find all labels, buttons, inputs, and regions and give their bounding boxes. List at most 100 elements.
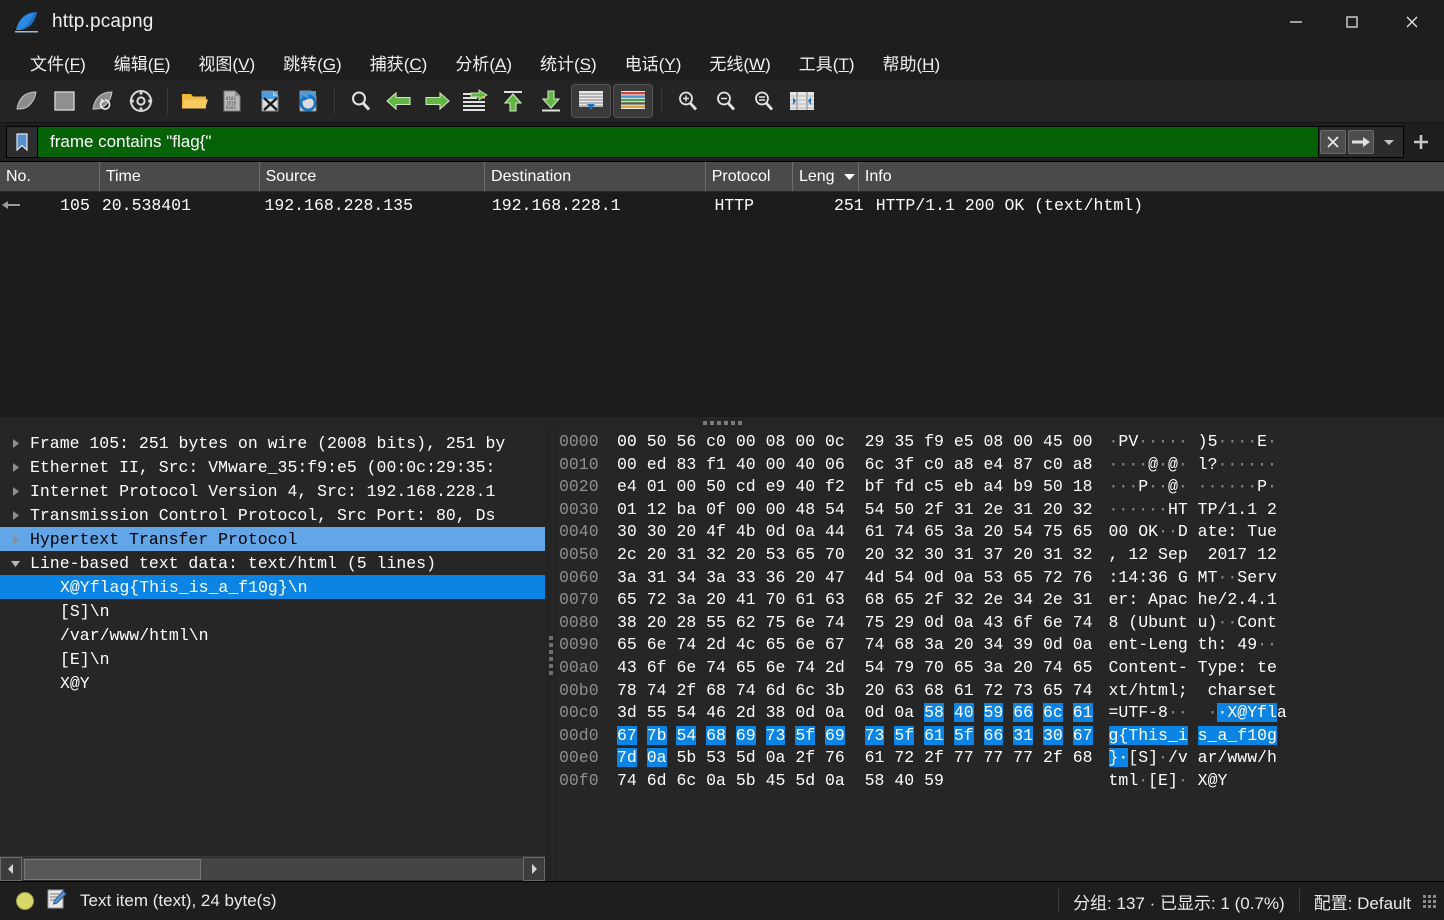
menu-view[interactable]: 视图(V)	[184, 47, 269, 78]
detail-tree-item[interactable]: Line-based text data: text/html (5 lines…	[0, 551, 545, 575]
menu-file[interactable]: 文件(F)	[16, 47, 100, 78]
hex-byte-row[interactable]: 3d 55 54 46 2d 38 0d 0a 0d 0a 58 40 59 6…	[617, 702, 1093, 725]
display-filter-input[interactable]: frame contains "flag{"	[38, 127, 1318, 157]
find-packet-icon[interactable]	[342, 83, 380, 119]
add-filter-button[interactable]	[1404, 127, 1438, 157]
zoom-out-icon[interactable]	[707, 83, 745, 119]
hex-ascii-row[interactable]: =UTF-8·· ··X@Yfla	[1109, 702, 1287, 725]
hex-byte-row[interactable]: 00 ed 83 f1 40 00 40 06 6c 3f c0 a8 e4 8…	[617, 454, 1093, 477]
hex-byte-row[interactable]: 65 6e 74 2d 4c 65 6e 67 74 68 3a 20 34 3…	[617, 634, 1093, 657]
tree-expand-arrow-icon[interactable]	[0, 438, 30, 449]
go-to-packet-icon[interactable]	[456, 83, 494, 119]
hex-ascii-row[interactable]: Content- Type: te	[1109, 657, 1287, 680]
detail-tree-item[interactable]: [E]\n	[0, 647, 545, 671]
detail-tree-item[interactable]: X@Y	[0, 671, 545, 695]
capture-options-icon[interactable]	[122, 83, 160, 119]
hex-ascii-row[interactable]: g{This_i s_a_f10g	[1108, 725, 1287, 748]
close-button[interactable]	[1380, 0, 1444, 44]
menu-edit[interactable]: 编辑(E)	[100, 47, 185, 78]
column-header-no[interactable]: No.	[0, 162, 100, 191]
hex-ascii-row[interactable]: ···P··@· ······P·	[1109, 476, 1287, 499]
hex-byte-row[interactable]: 74 6d 6c 0a 5b 45 5d 0a 58 40 59	[617, 770, 1093, 793]
reload-file-icon[interactable]	[289, 83, 327, 119]
menu-analyze[interactable]: 分析(A)	[441, 47, 526, 78]
detail-tree-item[interactable]: Hypertext Transfer Protocol	[0, 527, 545, 551]
hex-ascii-row[interactable]: 8 (Ubunt u)··Cont	[1109, 612, 1287, 635]
hex-ascii-row[interactable]: ent-Leng th: 49··	[1109, 634, 1287, 657]
menu-tools[interactable]: 工具(T)	[785, 47, 869, 78]
expert-info-icon[interactable]	[16, 892, 34, 910]
restart-capture-icon[interactable]	[84, 83, 122, 119]
packet-details-hscrollbar[interactable]	[0, 856, 545, 881]
scroll-right-arrow[interactable]	[523, 857, 545, 881]
tree-expand-arrow-icon[interactable]	[0, 462, 30, 473]
detail-tree-item[interactable]: Frame 105: 251 bytes on wire (2008 bits)…	[0, 431, 545, 455]
open-file-icon[interactable]	[175, 83, 213, 119]
hex-byte-row[interactable]: 30 30 20 4f 4b 0d 0a 44 61 74 65 3a 20 5…	[617, 521, 1093, 544]
close-file-icon[interactable]	[251, 83, 289, 119]
go-back-icon[interactable]	[380, 83, 418, 119]
minimize-button[interactable]	[1268, 0, 1324, 44]
column-header-protocol[interactable]: Protocol	[706, 162, 793, 191]
menu-wireless[interactable]: 无线(W)	[695, 47, 784, 78]
bookmark-icon[interactable]	[7, 127, 38, 157]
column-header-time[interactable]: Time	[100, 162, 260, 191]
zoom-in-icon[interactable]	[669, 83, 707, 119]
detail-tree-item[interactable]: /var/www/html\n	[0, 623, 545, 647]
hex-ascii-row[interactable]: ······HT TP/1.1 2	[1109, 499, 1287, 522]
hex-ascii-row[interactable]: 00 OK··D ate: Tue	[1109, 521, 1287, 544]
resize-grip-icon[interactable]	[1423, 894, 1436, 908]
detail-tree-item[interactable]: [S]\n	[0, 599, 545, 623]
resize-columns-icon[interactable]	[783, 83, 821, 119]
start-capture-icon[interactable]	[8, 83, 46, 119]
hex-ascii-row[interactable]: ·PV····· )5····E·	[1109, 431, 1287, 454]
hex-byte-row[interactable]: 01 12 ba 0f 00 00 48 54 54 50 2f 31 2e 3…	[617, 499, 1093, 522]
hscroll-track[interactable]	[22, 858, 523, 880]
auto-scroll-icon[interactable]	[570, 83, 612, 119]
clear-filter-icon[interactable]	[1319, 128, 1347, 156]
capture-comment-icon[interactable]	[46, 888, 68, 915]
hex-ascii-row[interactable]: , 12 Sep 2017 12	[1109, 544, 1287, 567]
column-header-length[interactable]: Leng	[793, 162, 859, 191]
detail-tree-item[interactable]: Internet Protocol Version 4, Src: 192.16…	[0, 479, 545, 503]
hex-byte-row[interactable]: 78 74 2f 68 74 6d 6c 3b 20 63 68 61 72 7…	[617, 680, 1093, 703]
detail-tree-item[interactable]: X@Yflag{This_is_a_f10g}\n	[0, 575, 545, 599]
scroll-left-arrow[interactable]	[0, 857, 22, 881]
hex-byte-row[interactable]: 67 7b 54 68 69 73 5f 69 73 5f 61 5f 66 3…	[617, 725, 1093, 748]
menu-statistics[interactable]: 统计(S)	[526, 47, 611, 78]
hex-byte-row[interactable]: 38 20 28 55 62 75 6e 74 75 29 0d 0a 43 6…	[617, 612, 1093, 635]
hex-ascii-row[interactable]: tml·[E]· X@Y	[1109, 770, 1287, 793]
chevron-down-icon[interactable]	[1375, 128, 1403, 156]
column-header-source[interactable]: Source	[260, 162, 486, 191]
maximize-button[interactable]	[1324, 0, 1380, 44]
hscroll-thumb[interactable]	[24, 859, 201, 880]
hex-ascii-row[interactable]: er: Apac he/2.4.1	[1109, 589, 1287, 612]
menu-telephony[interactable]: 电话(Y)	[611, 47, 696, 78]
menu-help[interactable]: 帮助(H)	[869, 47, 955, 78]
hex-bytes-column[interactable]: 00 50 56 c0 00 08 00 0c 29 35 f9 e5 08 0…	[617, 431, 1093, 881]
column-header-destination[interactable]: Destination	[485, 162, 706, 191]
hex-ascii-row[interactable]: xt/html; charset	[1109, 680, 1287, 703]
hex-byte-row[interactable]: 3a 31 34 3a 33 36 20 47 4d 54 0d 0a 53 6…	[617, 567, 1093, 590]
hex-byte-row[interactable]: 43 6f 6e 74 65 6e 74 2d 54 79 70 65 3a 2…	[617, 657, 1093, 680]
tree-expand-arrow-icon[interactable]	[0, 534, 30, 545]
table-row[interactable]: 105 20.538401 192.168.228.135 192.168.22…	[0, 192, 1444, 218]
menu-capture[interactable]: 捕获(C)	[356, 47, 442, 78]
tree-collapse-arrow-icon[interactable]	[0, 558, 30, 569]
hex-byte-row[interactable]: 2c 20 31 32 20 53 65 70 20 32 30 31 37 2…	[617, 544, 1093, 567]
go-first-packet-icon[interactable]	[494, 83, 532, 119]
hex-byte-row[interactable]: e4 01 00 50 cd e9 40 f2 bf fd c5 eb a4 b…	[617, 476, 1093, 499]
go-last-packet-icon[interactable]	[532, 83, 570, 119]
hex-byte-row[interactable]: 7d 0a 5b 53 5d 0a 2f 76 61 72 2f 77 77 7…	[617, 747, 1093, 770]
pane-splitter-horizontal[interactable]	[0, 417, 1444, 429]
colorize-packets-icon[interactable]	[612, 83, 654, 119]
pane-splitter-vertical[interactable]	[545, 429, 557, 881]
stop-capture-icon[interactable]	[46, 83, 84, 119]
apply-filter-arrow-icon[interactable]	[1347, 128, 1375, 156]
detail-tree-item[interactable]: Ethernet II, Src: VMware_35:f9:e5 (00:0c…	[0, 455, 545, 479]
go-forward-icon[interactable]	[418, 83, 456, 119]
hex-byte-row[interactable]: 65 72 3a 20 41 70 61 63 68 65 2f 32 2e 3…	[617, 589, 1093, 612]
detail-tree-item[interactable]: Transmission Control Protocol, Src Port:…	[0, 503, 545, 527]
hex-ascii-column[interactable]: ·PV····· )5····E· ····@·@· l?······ ···P··…	[1108, 431, 1287, 881]
hex-ascii-row[interactable]: ····@·@· l?······	[1109, 454, 1287, 477]
